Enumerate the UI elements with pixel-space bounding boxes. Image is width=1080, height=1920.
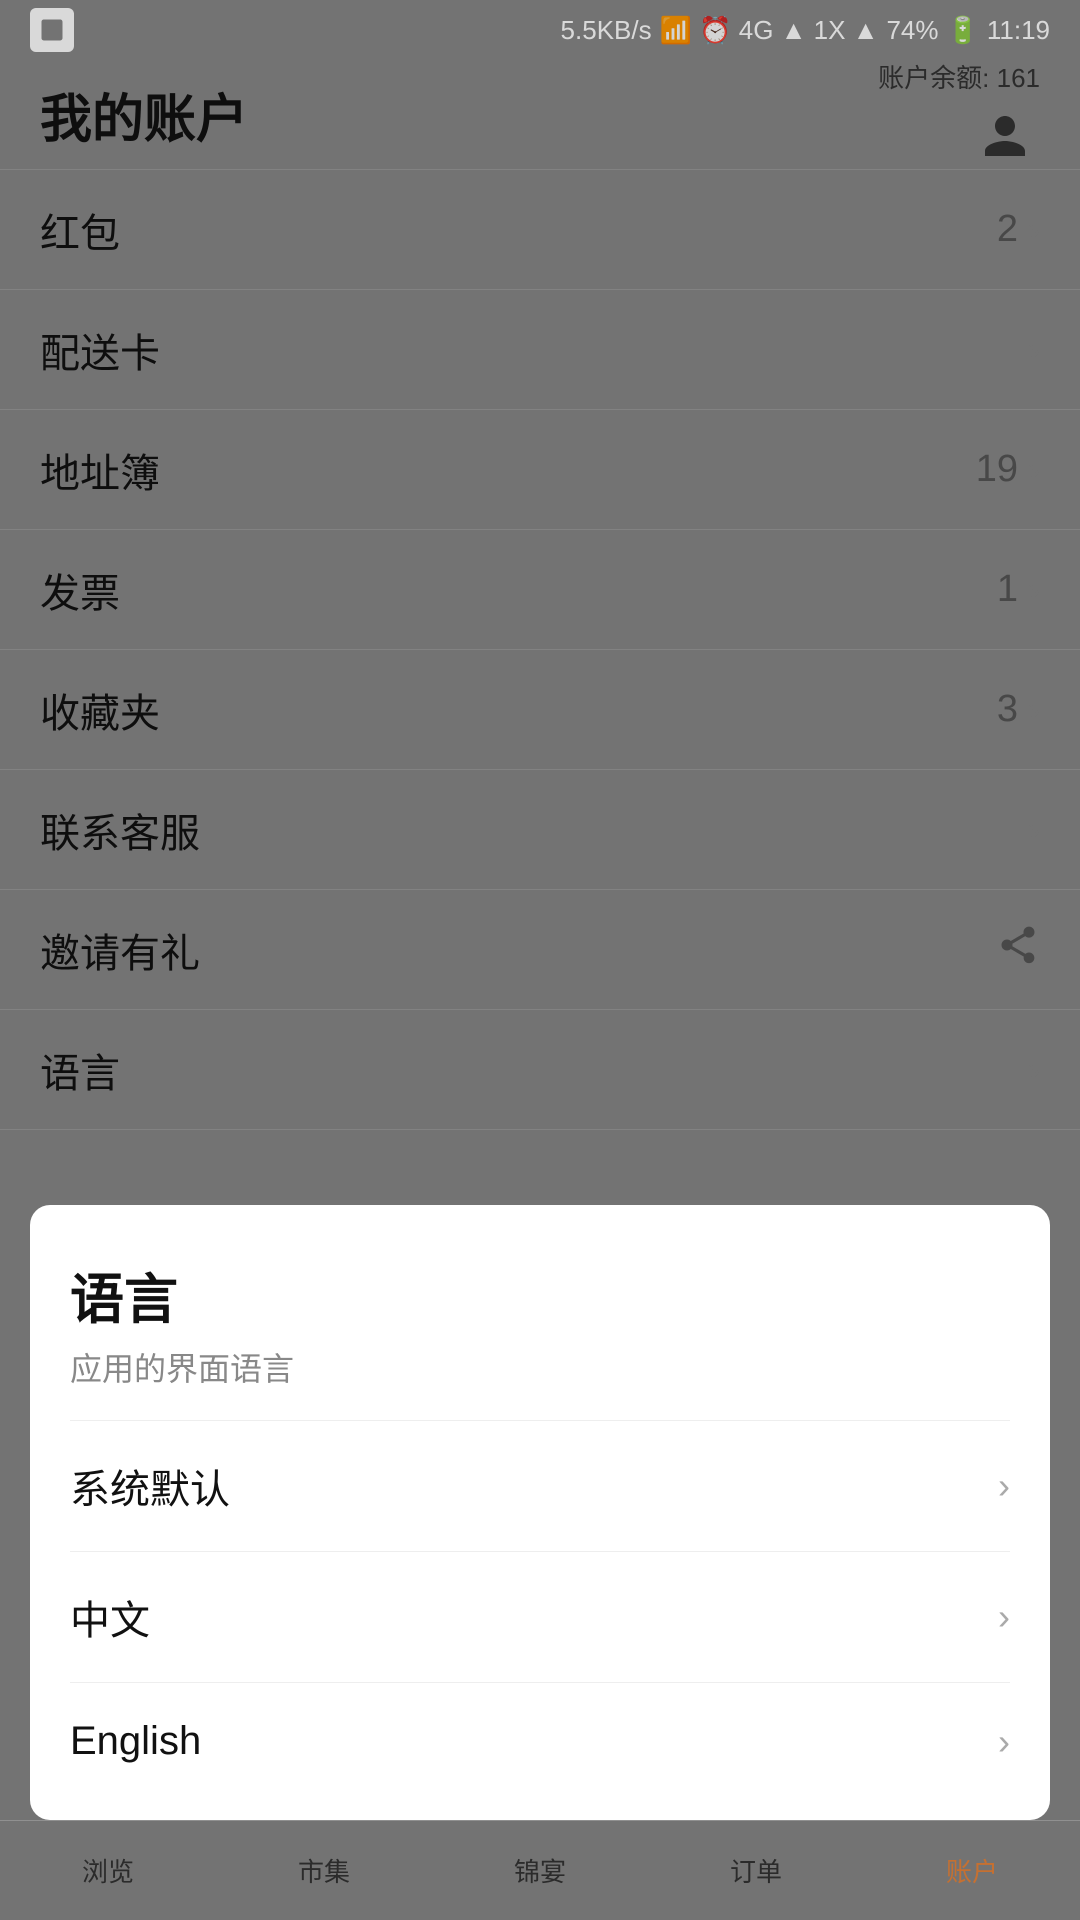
language-option-chinese-label: 中文 xyxy=(70,1588,150,1646)
language-option-chinese[interactable]: 中文 › xyxy=(70,1551,1010,1682)
language-dialog: 语言 应用的界面语言 系统默认 › 中文 › English › xyxy=(30,1205,1050,1820)
chevron-right-icon: › xyxy=(998,1596,1010,1638)
language-option-english[interactable]: English › xyxy=(70,1682,1010,1800)
language-option-english-label: English xyxy=(70,1719,201,1764)
chevron-right-icon: › xyxy=(998,1465,1010,1507)
chevron-right-icon: › xyxy=(998,1721,1010,1763)
language-option-system-label: 系统默认 xyxy=(70,1457,230,1515)
language-option-system[interactable]: 系统默认 › xyxy=(70,1420,1010,1551)
dialog-title: 语言 xyxy=(70,1255,1010,1334)
dialog-overlay[interactable]: 语言 应用的界面语言 系统默认 › 中文 › English › xyxy=(0,0,1080,1920)
dialog-subtitle: 应用的界面语言 xyxy=(70,1344,1010,1390)
